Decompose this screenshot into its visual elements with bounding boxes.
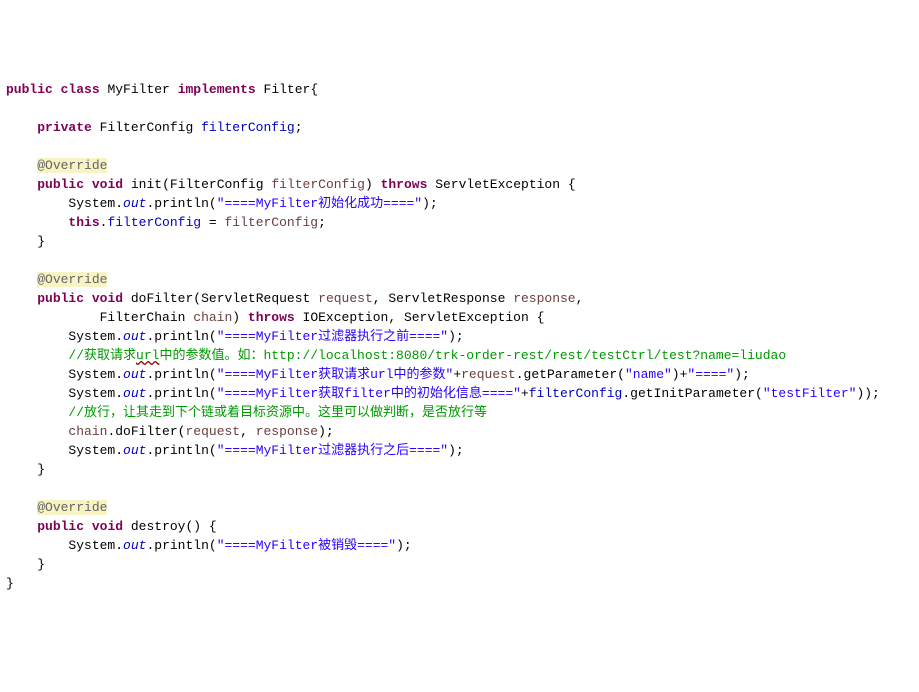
system: System — [68, 367, 115, 382]
string-literal: "====MyFilter获取请求url中的参数" — [217, 367, 454, 382]
kw-public: public — [6, 82, 53, 97]
string-literal: "====MyFilter过滤器执行之后====" — [217, 443, 448, 458]
println: println — [154, 196, 209, 211]
comment: //获取请求url中的参数值。如：http://localhost:8080/t… — [68, 348, 786, 363]
string-literal: "====MyFilter被销毁====" — [217, 538, 396, 553]
exception: ServletException — [404, 310, 529, 325]
out: out — [123, 443, 146, 458]
method-call: getParameter — [524, 367, 618, 382]
kw-public: public — [37, 519, 84, 534]
kw-private: private — [37, 120, 92, 135]
field: filterConfig — [107, 215, 201, 230]
method-call: doFilter — [115, 424, 177, 439]
string-literal: "testFilter" — [763, 386, 857, 401]
println: println — [154, 329, 209, 344]
type: ServletResponse — [388, 291, 505, 306]
param: request — [318, 291, 373, 306]
annotation-override: @Override — [37, 272, 107, 287]
exception: IOException — [303, 310, 389, 325]
system: System — [68, 196, 115, 211]
system: System — [68, 443, 115, 458]
out: out — [123, 329, 146, 344]
system: System — [68, 538, 115, 553]
param: chain — [193, 310, 232, 325]
kw-this: this — [68, 215, 99, 230]
type: FilterConfig — [170, 177, 264, 192]
param: filterConfig — [224, 215, 318, 230]
println: println — [154, 367, 209, 382]
exception: ServletException — [435, 177, 560, 192]
string-literal: "====" — [687, 367, 734, 382]
string-literal: "====MyFilter初始化成功====" — [217, 196, 422, 211]
param: request — [461, 367, 516, 382]
param: request — [185, 424, 240, 439]
kw-void: void — [92, 291, 123, 306]
type: FilterChain — [100, 310, 186, 325]
out: out — [123, 367, 146, 382]
type: FilterConfig — [100, 120, 194, 135]
code-block: public class MyFilter implements Filter{… — [6, 80, 913, 593]
field: filterConfig — [529, 386, 623, 401]
println: println — [154, 443, 209, 458]
string-literal: "name" — [625, 367, 672, 382]
param: response — [513, 291, 575, 306]
system: System — [68, 386, 115, 401]
kw-class: class — [61, 82, 100, 97]
kw-void: void — [92, 177, 123, 192]
out: out — [123, 538, 146, 553]
comment: //放行，让其走到下个链或着目标资源中。这里可以做判断，是否放行等 — [68, 405, 487, 420]
param: filterConfig — [271, 177, 365, 192]
out: out — [123, 386, 146, 401]
interface-name: Filter — [264, 82, 311, 97]
type: ServletRequest — [201, 291, 310, 306]
kw-void: void — [92, 519, 123, 534]
param: response — [256, 424, 318, 439]
kw-throws: throws — [381, 177, 428, 192]
class-name: MyFilter — [107, 82, 169, 97]
string-literal: "====MyFilter过滤器执行之前====" — [217, 329, 448, 344]
system: System — [68, 329, 115, 344]
method-destroy: destroy — [131, 519, 186, 534]
field: filterConfig — [201, 120, 295, 135]
out: out — [123, 196, 146, 211]
println: println — [154, 386, 209, 401]
kw-implements: implements — [178, 82, 256, 97]
method-call: getInitParameter — [630, 386, 755, 401]
kw-public: public — [37, 177, 84, 192]
annotation-override: @Override — [37, 158, 107, 173]
spellcheck-warning: url — [136, 348, 159, 363]
string-literal: "====MyFilter获取filter中的初始化信息====" — [217, 386, 521, 401]
method-dofilter: doFilter — [131, 291, 193, 306]
method-init: init — [131, 177, 162, 192]
kw-throws: throws — [248, 310, 295, 325]
kw-public: public — [37, 291, 84, 306]
param: chain — [68, 424, 107, 439]
println: println — [154, 538, 209, 553]
